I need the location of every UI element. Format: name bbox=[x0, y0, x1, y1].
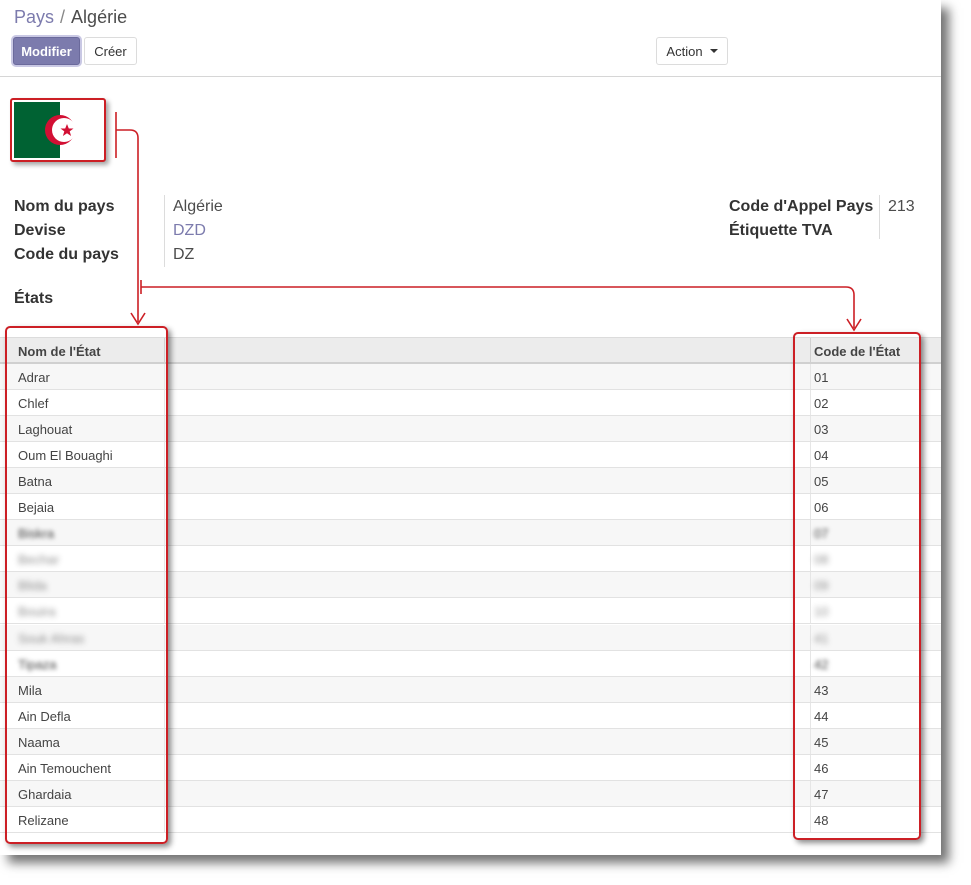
vat-label: Étiquette TVA bbox=[729, 222, 833, 239]
flag-image[interactable] bbox=[10, 98, 106, 162]
field-separator-left bbox=[164, 195, 165, 267]
currency-label: Devise bbox=[14, 222, 66, 239]
edit-button[interactable]: Modifier bbox=[13, 37, 80, 65]
annotation-box-state-names bbox=[5, 326, 168, 844]
action-dropdown-button[interactable]: Action bbox=[656, 37, 728, 65]
breadcrumb: Pays / Algérie bbox=[14, 7, 127, 28]
country-code-label: Code du pays bbox=[14, 246, 119, 263]
breadcrumb-current: Algérie bbox=[71, 7, 128, 27]
country-code-value: DZ bbox=[173, 246, 195, 263]
breadcrumb-separator: / bbox=[60, 7, 66, 27]
annotation-box-state-codes bbox=[793, 332, 921, 840]
country-name-value: Algérie bbox=[173, 198, 223, 215]
states-label: États bbox=[14, 290, 54, 307]
create-button[interactable]: Créer bbox=[84, 37, 137, 65]
action-label: Action bbox=[666, 43, 703, 59]
country-name-label: Nom du pays bbox=[14, 198, 115, 215]
currency-link[interactable]: DZD bbox=[173, 222, 206, 240]
caret-down-icon bbox=[709, 49, 718, 53]
phone-code-label: Code d'Appel Pays bbox=[729, 198, 874, 215]
control-panel-divider bbox=[0, 76, 941, 77]
breadcrumb-parent-link[interactable]: Pays bbox=[14, 7, 54, 27]
algeria-flag-icon bbox=[14, 102, 102, 158]
field-separator-right bbox=[879, 195, 880, 239]
phone-code-value: 213 bbox=[888, 198, 915, 215]
